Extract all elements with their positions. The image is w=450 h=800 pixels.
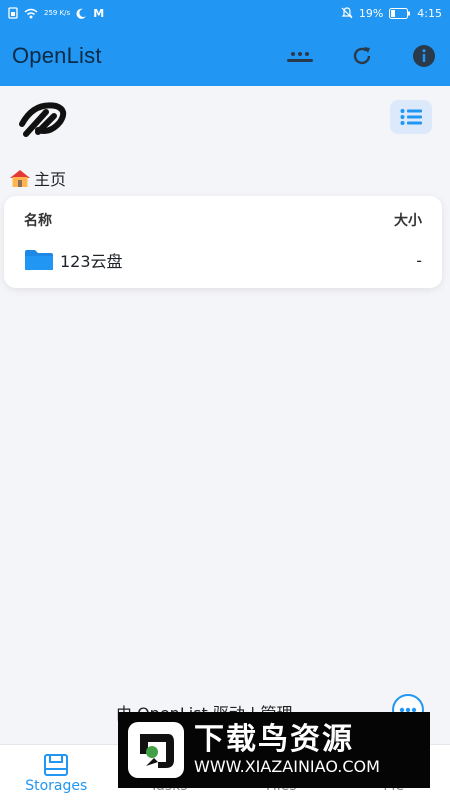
file-list-header: 名称 大小 <box>24 210 422 230</box>
more-button[interactable] <box>286 42 314 70</box>
info-button[interactable] <box>410 42 438 70</box>
list-view-button[interactable] <box>390 100 432 134</box>
breadcrumb-home[interactable]: 主页 <box>34 166 66 190</box>
nav-storages-label: Storages <box>25 777 88 794</box>
file-size: - <box>416 250 422 270</box>
column-name-header[interactable]: 名称 <box>24 210 52 230</box>
network-speed: 259 K/s <box>44 8 71 17</box>
file-list-card: 名称 大小 123云盘 - <box>4 196 442 288</box>
column-size-header[interactable]: 大小 <box>394 210 422 230</box>
breadcrumb[interactable]: 主页 <box>8 166 66 190</box>
app-actions <box>286 42 438 70</box>
status-left: 259 K/s M <box>8 7 104 20</box>
mute-icon <box>341 7 353 19</box>
sim-icon <box>8 7 18 19</box>
refresh-button[interactable] <box>348 42 376 70</box>
battery-percent: 19% <box>358 6 384 20</box>
watermark-url: WWW.XIAZAINIAO.COM <box>194 757 380 776</box>
carrier-glyph: M <box>93 6 105 20</box>
refresh-icon <box>353 47 371 65</box>
battery-icon <box>389 7 411 19</box>
app-bar: OpenList <box>0 26 450 86</box>
more-icon <box>287 52 313 62</box>
moon-icon <box>76 8 87 19</box>
bird-logo-icon <box>128 722 184 778</box>
folder-icon <box>25 250 53 270</box>
file-row[interactable]: 123云盘 - <box>24 246 422 274</box>
status-bar: 259 K/s M 19% 4:15 <box>0 0 450 26</box>
home-icon <box>10 170 30 187</box>
list-icon <box>400 109 422 125</box>
watermark-overlay: 下载鸟资源 WWW.XIAZAINIAO.COM <box>118 712 430 788</box>
app-title: OpenList <box>12 43 102 68</box>
storage-icon <box>44 753 69 776</box>
watermark-text: 下载鸟资源 WWW.XIAZAINIAO.COM <box>194 723 380 777</box>
clock: 4:15 <box>417 6 442 20</box>
openlist-logo <box>19 102 67 137</box>
watermark-title: 下载鸟资源 <box>194 722 354 757</box>
info-icon <box>413 45 435 67</box>
nav-storages[interactable]: Storages <box>0 745 113 800</box>
status-right: 19% 4:15 <box>341 7 442 20</box>
file-name[interactable]: 123云盘 <box>60 248 123 272</box>
wifi-icon <box>24 8 38 18</box>
